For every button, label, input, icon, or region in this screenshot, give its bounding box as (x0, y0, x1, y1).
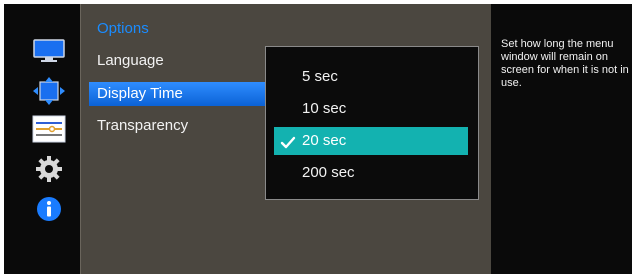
option-label: 20 sec (302, 132, 347, 149)
info-icon (35, 195, 63, 228)
gear-icon (35, 155, 63, 188)
menu-item-label: Language (97, 52, 164, 69)
checkmark-icon (280, 133, 296, 149)
position-category[interactable] (18, 76, 80, 110)
move-arrows-icon (32, 76, 66, 110)
menu-item-display-time[interactable]: Display Time (89, 82, 265, 106)
information-category[interactable] (18, 196, 80, 226)
option-label: 10 sec (302, 100, 347, 117)
category-icon-column (18, 4, 80, 274)
option-label: 200 sec (302, 164, 355, 181)
menu-item-label: Transparency (97, 117, 189, 134)
option-10-sec[interactable]: 10 sec (274, 95, 468, 123)
system-category[interactable] (18, 155, 80, 188)
monitor-icon (33, 38, 65, 68)
display-time-submenu: 5 sec 10 sec 20 sec 200 sec (265, 46, 479, 200)
menu-item-language[interactable]: Language (89, 49, 265, 73)
options-category[interactable] (18, 115, 80, 148)
option-200-sec[interactable]: 200 sec (274, 159, 468, 187)
settings-sliders-icon (32, 115, 66, 148)
options-menu-panel: Options Language Display Time Transparen… (80, 4, 491, 274)
option-20-sec[interactable]: 20 sec (274, 127, 468, 155)
help-panel: Set how long the menu window will remain… (491, 4, 632, 274)
picture-category[interactable] (18, 38, 80, 68)
menu-item-label: Display Time (97, 85, 183, 102)
help-text: Set how long the menu window will remain… (501, 38, 629, 89)
osd-window: Options Language Display Time Transparen… (4, 4, 632, 274)
option-5-sec[interactable]: 5 sec (274, 63, 468, 91)
option-label: 5 sec (302, 68, 338, 85)
menu-title: Options (97, 20, 149, 37)
menu-item-transparency[interactable]: Transparency (89, 114, 265, 138)
